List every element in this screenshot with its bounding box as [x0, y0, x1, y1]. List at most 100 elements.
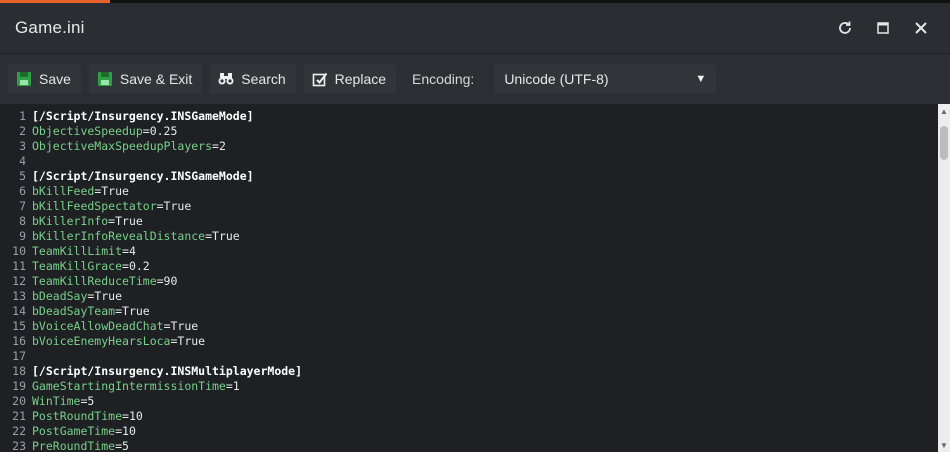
- line-number: 7: [19, 199, 26, 213]
- scrollbar-thumb[interactable]: [940, 126, 948, 160]
- title-bar: Game.ini: [0, 3, 950, 53]
- line-number: 21: [12, 409, 26, 423]
- close-button[interactable]: [902, 9, 940, 47]
- ini-value: =True: [170, 334, 206, 348]
- code-line: 9 bKillerInfoRevealDistance =True: [0, 229, 302, 244]
- code-line: 10 TeamKillLimit =4: [0, 244, 302, 259]
- editor-lines: 1 [/Script/Insurgency.INSGameMode] 2 Object…: [0, 109, 302, 452]
- code-line: 3 ObjectiveMaxSpeedupPlayers =2: [0, 139, 302, 154]
- line-number: 15: [12, 319, 26, 333]
- close-icon: [915, 22, 927, 34]
- replace-button[interactable]: Replace: [303, 64, 397, 94]
- ini-value: =5: [80, 394, 95, 408]
- code-line: 13 bDeadSay =True: [0, 289, 302, 304]
- code-line: 20 WinTime =5: [0, 394, 302, 409]
- replace-icon: [312, 71, 328, 87]
- code-editor[interactable]: 1 [/Script/Insurgency.INSGameMode] 2 Object…: [0, 104, 938, 452]
- line-number: 10: [12, 244, 26, 258]
- line-number: 14: [12, 304, 26, 318]
- save-button[interactable]: Save: [8, 64, 81, 94]
- ini-value: =0.2: [122, 259, 150, 273]
- scroll-down-arrow-icon[interactable]: ▼: [938, 438, 950, 452]
- ini-value: =5: [115, 439, 129, 452]
- encoding-value: Unicode (UTF-8): [504, 71, 609, 87]
- line-number: 16: [12, 334, 26, 348]
- code-line: 11 TeamKillGrace =0.2: [0, 259, 302, 274]
- ini-key: bVoiceAllowDeadChat: [32, 319, 164, 333]
- ini-key: bKillFeed: [32, 184, 95, 198]
- line-number: 22: [12, 424, 26, 438]
- search-label: Search: [241, 71, 286, 87]
- line-number: 6: [19, 184, 26, 198]
- code-line: 1 [/Script/Insurgency.INSGameMode]: [0, 109, 302, 124]
- line-number: 1: [19, 109, 26, 123]
- ini-section-header: [/Script/Insurgency.INSGameMode]: [32, 109, 254, 123]
- line-number: 18: [12, 364, 26, 378]
- ini-key: PreRoundTime: [32, 439, 116, 452]
- line-number: 20: [12, 394, 26, 408]
- line-number: 3: [19, 139, 26, 153]
- line-number: 5: [19, 169, 26, 183]
- encoding-label: Encoding:: [412, 71, 475, 87]
- refresh-icon: [839, 21, 851, 34]
- ini-value: =2: [212, 139, 226, 153]
- binoculars-icon: [218, 72, 234, 86]
- ini-key: bDeadSay: [32, 289, 88, 303]
- search-button[interactable]: Search: [210, 64, 296, 94]
- ini-key: PostGameTime: [32, 424, 116, 438]
- ini-key: ObjectiveSpeedup: [32, 124, 143, 138]
- replace-label: Replace: [334, 71, 387, 87]
- ini-value: =True: [115, 304, 150, 318]
- window-controls: [826, 9, 940, 47]
- ini-value: =True: [205, 229, 240, 243]
- ini-key: bKillerInfo: [32, 214, 109, 228]
- ini-value: =10: [115, 424, 136, 438]
- maximize-button[interactable]: [864, 9, 902, 47]
- ini-value: =90: [156, 274, 178, 288]
- code-line: 22 PostGameTime =10: [0, 424, 302, 439]
- line-number: 17: [12, 349, 26, 363]
- ini-key: ObjectiveMaxSpeedupPlayers: [32, 139, 213, 153]
- line-number: 19: [12, 379, 26, 393]
- refresh-button[interactable]: [826, 9, 864, 47]
- save-exit-button[interactable]: Save & Exit: [88, 64, 203, 94]
- ini-value: =10: [122, 409, 143, 423]
- save-label: Save: [39, 71, 71, 87]
- ini-section-header: [/Script/Insurgency.INSGameMode]: [32, 169, 254, 183]
- code-line: 17: [0, 349, 302, 364]
- ini-value: =1: [225, 379, 240, 393]
- line-number: 12: [12, 274, 26, 288]
- ini-value: =4: [122, 244, 136, 258]
- code-line: 16 bVoiceEnemyHearsLoca =True: [0, 334, 302, 349]
- line-number: 2: [19, 124, 26, 138]
- line-number: 23: [12, 439, 26, 452]
- code-line: 23 PreRoundTime =5: [0, 439, 302, 452]
- ini-key: TeamKillReduceTime: [32, 274, 157, 288]
- ini-key: bVoiceEnemyHearsLoca: [32, 334, 171, 348]
- window-title: Game.ini: [15, 18, 85, 37]
- ini-key: TeamKillLimit: [32, 244, 123, 258]
- code-line: 5 [/Script/Insurgency.INSGameMode]: [0, 169, 302, 184]
- ini-value: =True: [87, 289, 123, 303]
- ini-key: WinTime: [32, 394, 81, 408]
- ini-key: bKillerInfoRevealDistance: [32, 229, 206, 243]
- line-number: 13: [12, 289, 26, 303]
- floppy-icon: [16, 71, 32, 87]
- encoding-select[interactable]: Unicode (UTF-8) ▼: [494, 64, 717, 94]
- toolbar: Save Save & Exit Search Replace Encoding…: [0, 53, 950, 104]
- line-number: 8: [19, 214, 26, 228]
- floppy-icon: [97, 71, 113, 87]
- ini-value: =True: [94, 184, 129, 198]
- line-number: 4: [19, 154, 26, 168]
- code-line: 4: [0, 154, 302, 169]
- scroll-up-arrow-icon[interactable]: ▲: [938, 104, 950, 118]
- line-number: 9: [19, 229, 26, 243]
- code-line: 15 bVoiceAllowDeadChat =True: [0, 319, 302, 334]
- ini-value: =0.25: [142, 124, 178, 138]
- ini-value: =True: [163, 319, 199, 333]
- code-line: 19 GameStartingIntermissionTime =1: [0, 379, 302, 394]
- maximize-icon: [877, 22, 889, 34]
- save-exit-label: Save & Exit: [119, 71, 193, 87]
- ini-key: GameStartingIntermissionTime: [32, 379, 226, 393]
- vertical-scrollbar[interactable]: ▲ ▼: [938, 104, 950, 452]
